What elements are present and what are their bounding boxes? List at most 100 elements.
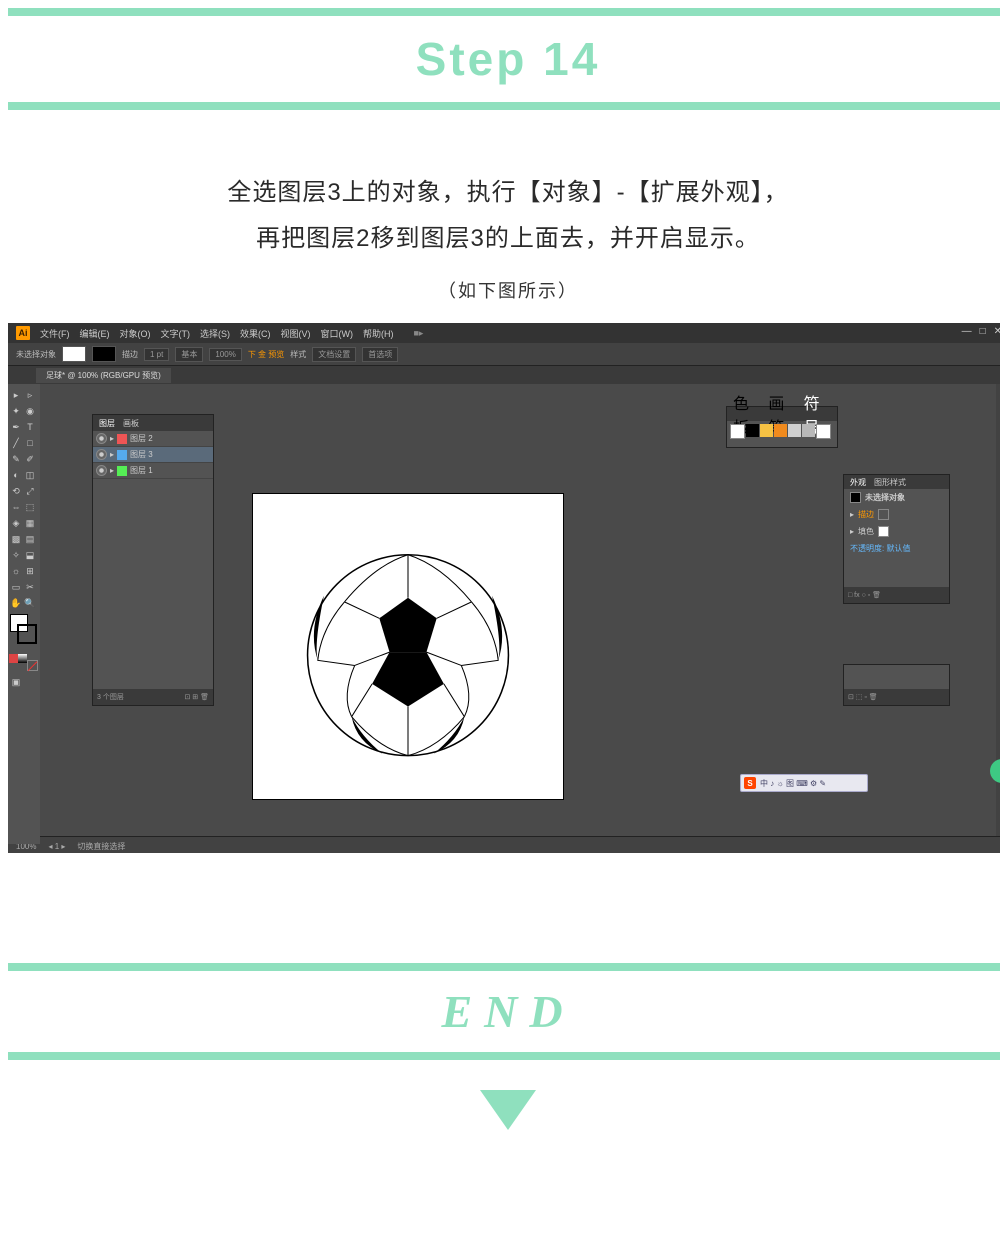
hand-tool-icon[interactable]: ✋ bbox=[9, 596, 23, 610]
swatch-gray1[interactable] bbox=[788, 424, 801, 437]
visibility-icon[interactable] bbox=[96, 449, 107, 460]
document-tab[interactable]: 足球* @ 100% (RGB/GPU 预览) bbox=[36, 368, 171, 383]
graphic-styles-panel[interactable]: ⊡ ⬚ ▫ 🗑 bbox=[843, 664, 950, 706]
screen-mode-icon[interactable]: ▣ bbox=[9, 675, 23, 689]
graphic-styles-tab[interactable]: 图形样式 bbox=[874, 477, 906, 488]
stroke-color-icon[interactable] bbox=[17, 624, 37, 644]
menu-file[interactable]: 文件(F) bbox=[40, 327, 70, 340]
appearance-panel[interactable]: 外观 图形样式 未选择对象 ▸ 描边 ▸ 填色 不透明度: 默认值 □ fx bbox=[843, 474, 950, 604]
color-mode-icon[interactable] bbox=[9, 654, 18, 663]
ime-toolbar[interactable]: S 中 ♪ ☼ 图 ⌨ ⚙ ✎ bbox=[740, 774, 868, 792]
layer-row-2[interactable]: ▸ 图层 2 bbox=[93, 431, 213, 447]
maximize-icon[interactable]: □ bbox=[980, 326, 986, 337]
layer-actions[interactable]: ⊡ ⊞ 🗑 bbox=[184, 693, 209, 701]
appearance-opacity-row[interactable]: 不透明度: 默认值 bbox=[844, 540, 949, 557]
top-divider-2 bbox=[8, 102, 1000, 110]
slice-tool-icon[interactable]: ✂ bbox=[23, 580, 37, 594]
artboard[interactable] bbox=[253, 494, 563, 799]
eyedropper-tool-icon[interactable]: ✧ bbox=[9, 548, 23, 562]
opacity-value[interactable]: 100% bbox=[209, 348, 241, 361]
doc-setup-button[interactable]: 文档设置 bbox=[312, 347, 356, 362]
stroke-swatch[interactable] bbox=[92, 346, 116, 362]
none-mode-icon[interactable] bbox=[27, 660, 38, 671]
menu-select[interactable]: 选择(S) bbox=[200, 327, 230, 340]
shape-builder-tool-icon[interactable]: ◈ bbox=[9, 516, 23, 530]
layers-panel[interactable]: 图层 画板 ▸ 图层 2 ▸ 图层 3 ▸ 图层 1 bbox=[92, 414, 214, 706]
lasso-tool-icon[interactable]: ◉ bbox=[23, 404, 37, 418]
artboard-tool-icon[interactable]: ▭ bbox=[9, 580, 23, 594]
swatch-black[interactable] bbox=[746, 424, 759, 437]
graph-tool-icon[interactable]: ⊞ bbox=[23, 564, 37, 578]
artboards-tab[interactable]: 画板 bbox=[123, 418, 139, 429]
line-tool-icon[interactable]: ╱ bbox=[9, 436, 23, 450]
bridge-icon[interactable]: ■▸ bbox=[414, 328, 424, 339]
layer-row-3[interactable]: ▸ 图层 3 bbox=[93, 447, 213, 463]
layer-name: 图层 2 bbox=[130, 433, 153, 444]
stroke-profile[interactable]: 基本 bbox=[175, 347, 203, 362]
menu-effect[interactable]: 效果(C) bbox=[240, 327, 271, 340]
free-transform-tool-icon[interactable]: ⬚ bbox=[23, 500, 37, 514]
menu-type[interactable]: 文字(T) bbox=[161, 327, 191, 340]
type-tool-icon[interactable]: T bbox=[23, 420, 37, 434]
zoom-tool-icon[interactable]: 🔍 bbox=[23, 596, 37, 610]
appearance-tab[interactable]: 外观 bbox=[850, 477, 866, 488]
stroke-weight[interactable]: 1 pt bbox=[144, 348, 169, 361]
appearance-actions[interactable]: □ fx ○ ▫ 🗑 bbox=[848, 591, 881, 599]
ime-sogou-icon[interactable]: S bbox=[744, 777, 756, 789]
pencil-tool-icon[interactable]: ✐ bbox=[23, 452, 37, 466]
gradient-tool-icon[interactable]: ▤ bbox=[23, 532, 37, 546]
width-tool-icon[interactable]: ⇔ bbox=[9, 500, 23, 514]
visibility-icon[interactable] bbox=[96, 433, 107, 444]
close-icon[interactable]: ✕ bbox=[994, 326, 1000, 337]
expand-icon[interactable]: ▸ bbox=[110, 450, 114, 459]
swatch-white[interactable] bbox=[730, 424, 745, 439]
expand-icon[interactable]: ▸ bbox=[110, 466, 114, 475]
stroke-value-icon[interactable] bbox=[878, 509, 889, 520]
layer-row-1[interactable]: ▸ 图层 1 bbox=[93, 463, 213, 479]
appearance-stroke-row[interactable]: ▸ 描边 bbox=[844, 506, 949, 523]
magic-wand-tool-icon[interactable]: ✦ bbox=[9, 404, 23, 418]
menu-object[interactable]: 对象(O) bbox=[120, 327, 151, 340]
brush-tool-icon[interactable]: ✎ bbox=[9, 452, 23, 466]
menu-edit[interactable]: 编辑(E) bbox=[80, 327, 110, 340]
swatch-orange[interactable] bbox=[774, 424, 787, 437]
eraser-tool-icon[interactable]: ◫ bbox=[23, 468, 37, 482]
gradient-mode-icon[interactable] bbox=[18, 654, 27, 663]
prefs-button[interactable]: 首选项 bbox=[362, 347, 398, 362]
perspective-tool-icon[interactable]: ▦ bbox=[23, 516, 37, 530]
swatch-yellow[interactable] bbox=[760, 424, 773, 437]
nav-icons[interactable]: ◂ 1 ▸ bbox=[48, 842, 65, 851]
visibility-icon[interactable] bbox=[96, 465, 107, 476]
expand-icon[interactable]: ▸ bbox=[110, 434, 114, 443]
minimize-icon[interactable]: — bbox=[962, 326, 972, 337]
menu-view[interactable]: 视图(V) bbox=[281, 327, 311, 340]
menu-window[interactable]: 窗口(W) bbox=[321, 327, 354, 340]
fill-value-icon[interactable] bbox=[878, 526, 889, 537]
swatches-panel[interactable]: 色板 画笔 符号 bbox=[726, 406, 838, 448]
ime-icons[interactable]: 中 ♪ ☼ 图 ⌨ ⚙ ✎ bbox=[760, 778, 826, 789]
scale-tool-icon[interactable]: ⤢ bbox=[23, 484, 37, 498]
stroke-label: 描边 bbox=[122, 349, 138, 360]
mesh-tool-icon[interactable]: ▩ bbox=[9, 532, 23, 546]
symbol-tool-icon[interactable]: ☼ bbox=[9, 564, 23, 578]
blob-brush-tool-icon[interactable]: ◐ bbox=[9, 468, 23, 482]
rotate-tool-icon[interactable]: ⟲ bbox=[9, 484, 23, 498]
fill-swatch[interactable] bbox=[62, 346, 86, 362]
rectangle-tool-icon[interactable]: □ bbox=[23, 436, 37, 450]
graphic-actions[interactable]: ⊡ ⬚ ▫ 🗑 bbox=[848, 693, 878, 701]
direct-selection-tool-icon[interactable]: ▹ bbox=[23, 388, 37, 402]
window-controls: — □ ✕ bbox=[962, 326, 1000, 337]
swatch-gray2[interactable] bbox=[802, 424, 815, 437]
style-label: 样式 bbox=[290, 349, 306, 360]
menu-help[interactable]: 帮助(H) bbox=[363, 327, 394, 340]
selection-tool-icon[interactable]: ▸ bbox=[9, 388, 23, 402]
appearance-tabs: 外观 图形样式 bbox=[844, 475, 949, 489]
pen-tool-icon[interactable]: ✒ bbox=[9, 420, 23, 434]
swatch-extra[interactable] bbox=[816, 424, 831, 439]
blend-tool-icon[interactable]: ⬓ bbox=[23, 548, 37, 562]
help-bubble-icon[interactable] bbox=[990, 759, 1000, 783]
layers-tab[interactable]: 图层 bbox=[99, 418, 115, 429]
toolbox: ▸▹ ✦◉ ✒T ╱□ ✎✐ ◐◫ ⟲⤢ ⇔⬚ ◈▦ ▩▤ ✧⬓ ☼⊞ ▭✂ ✋… bbox=[8, 384, 40, 844]
appearance-fill-row[interactable]: ▸ 填色 bbox=[844, 523, 949, 540]
stroke-label: 描边 bbox=[858, 509, 874, 520]
